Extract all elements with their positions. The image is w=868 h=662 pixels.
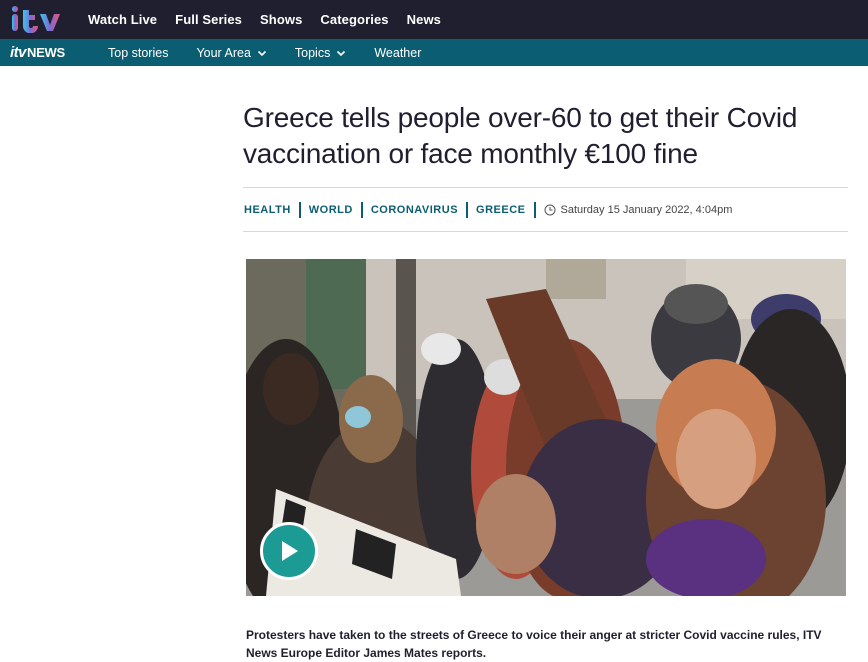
- tag-world[interactable]: WORLD: [301, 201, 363, 218]
- chevron-down-icon: [257, 50, 266, 56]
- news-bar: itv NEWS Top stories Your Area Topics Wea…: [0, 39, 868, 66]
- top-bar: Watch Live Full Series Shows Categories …: [0, 0, 868, 39]
- nav-news[interactable]: News: [407, 12, 441, 27]
- article-meta: HEALTH WORLD CORONAVIRUS GREECE Saturday…: [243, 187, 848, 232]
- news-logo-news: NEWS: [27, 45, 65, 60]
- subnav-topics-label: Topics: [294, 45, 331, 60]
- tag-health[interactable]: HEALTH: [243, 201, 301, 218]
- article-date-text: Saturday 15 January 2022, 4:04pm: [560, 203, 733, 216]
- itv-news-logo[interactable]: itv NEWS: [10, 44, 65, 61]
- itv-logo[interactable]: [10, 5, 66, 33]
- subnav-weather-label: Weather: [374, 45, 422, 60]
- play-icon: [282, 541, 298, 561]
- video-player[interactable]: [246, 259, 846, 596]
- nav-watch-live[interactable]: Watch Live: [88, 12, 157, 27]
- article-date: Saturday 15 January 2022, 4:04pm: [544, 203, 733, 216]
- article-headline: Greece tells people over-60 to get their…: [243, 102, 798, 169]
- play-button[interactable]: [260, 522, 318, 580]
- tag-greece[interactable]: GREECE: [468, 201, 536, 218]
- subnav-your-area-label: Your Area: [196, 45, 251, 60]
- main-nav: Watch Live Full Series Shows Categories …: [88, 0, 459, 39]
- nav-full-series[interactable]: Full Series: [175, 12, 242, 27]
- nav-categories[interactable]: Categories: [320, 12, 388, 27]
- video-thumbnail: [246, 259, 846, 596]
- video-caption: Protesters have taken to the streets of …: [246, 628, 822, 660]
- tag-coronavirus[interactable]: CORONAVIRUS: [363, 201, 469, 218]
- news-logo-itv: itv: [10, 44, 27, 61]
- news-subnav: Top stories Your Area Topics Weather: [108, 39, 449, 66]
- subnav-top-stories-label: Top stories: [108, 45, 169, 60]
- chevron-down-icon: [337, 50, 346, 56]
- clock-icon: [544, 204, 556, 215]
- subnav-your-area[interactable]: Your Area: [196, 46, 266, 60]
- subnav-top-stories[interactable]: Top stories: [108, 46, 168, 60]
- subnav-topics[interactable]: Topics: [295, 46, 346, 60]
- nav-shows[interactable]: Shows: [260, 12, 302, 27]
- subnav-weather[interactable]: Weather: [374, 46, 421, 60]
